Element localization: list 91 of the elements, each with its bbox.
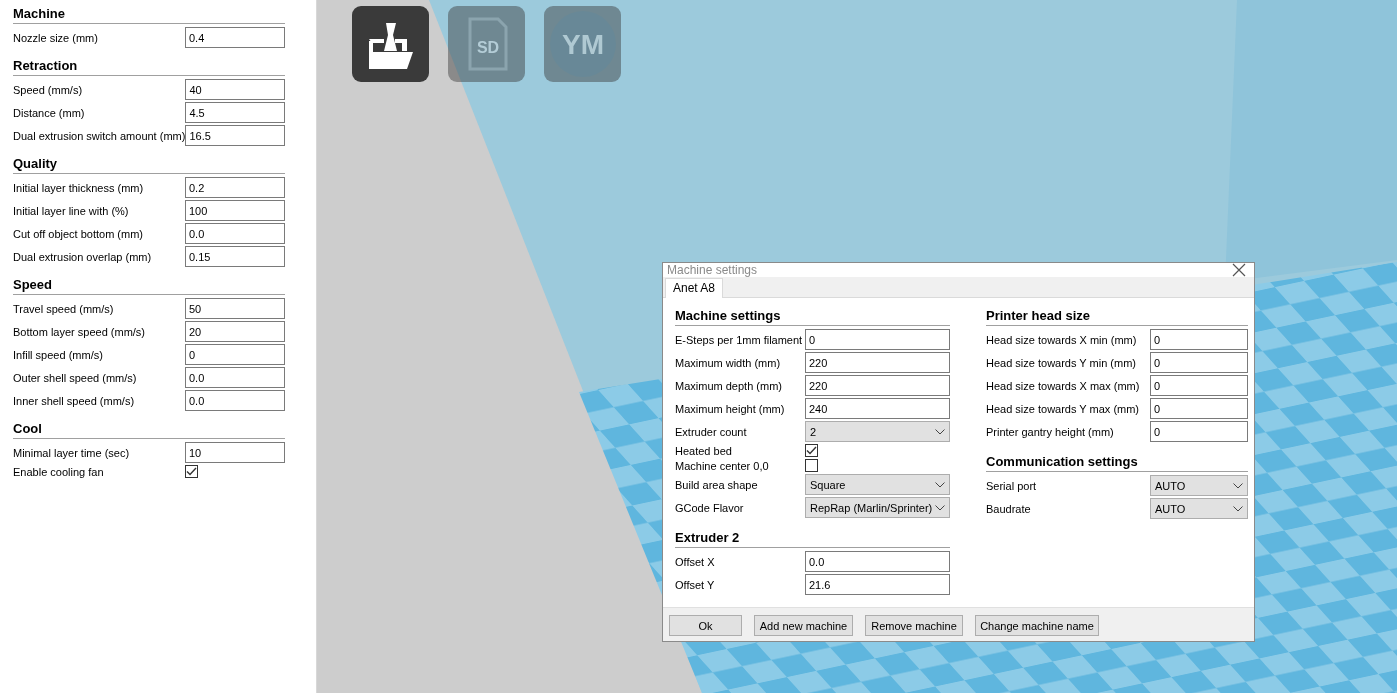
text-field[interactable]: 0.0 xyxy=(185,367,285,388)
field-label: Enable cooling fan xyxy=(13,465,105,478)
checkbox[interactable] xyxy=(805,444,818,457)
text-field[interactable]: 0.0 xyxy=(805,551,950,572)
text-field[interactable]: 0 xyxy=(1150,375,1248,396)
text-field[interactable]: 0 xyxy=(1150,329,1248,350)
text-field[interactable]: 220 xyxy=(805,352,950,373)
section-title: Extruder 2 xyxy=(675,530,950,548)
text-field[interactable]: 0.2 xyxy=(185,177,285,198)
field-label: E-Steps per 1mm filament xyxy=(675,333,804,346)
field-label: Initial layer thickness (mm) xyxy=(13,181,145,194)
dialog-button[interactable]: Change machine name xyxy=(975,615,1099,636)
text-field[interactable]: 100 xyxy=(185,200,285,221)
field-label: GCode Flavor xyxy=(675,501,745,514)
field-label: Dual extrusion switch amount (mm) xyxy=(13,129,186,142)
field-label: Printer gantry height (mm) xyxy=(986,425,1115,438)
text-field[interactable]: 10 xyxy=(185,442,285,463)
field-label: Travel speed (mm/s) xyxy=(13,302,115,315)
dropdown[interactable]: 2 xyxy=(805,421,950,442)
field-label: Maximum height (mm) xyxy=(675,402,786,415)
chevron-down-icon xyxy=(935,504,945,511)
chevron-down-icon xyxy=(1233,505,1243,512)
checkbox[interactable] xyxy=(185,465,198,478)
text-field[interactable]: 40 xyxy=(185,79,286,100)
check-icon xyxy=(806,446,817,455)
section-title: Machine settings xyxy=(675,308,950,326)
field-label: Inner shell speed (mm/s) xyxy=(13,394,136,407)
section-title: Retraction xyxy=(13,58,285,76)
field-label: Minimal layer time (sec) xyxy=(13,446,131,459)
text-field[interactable]: 0.15 xyxy=(185,246,285,267)
text-field[interactable]: 0 xyxy=(805,329,950,350)
field-label: Head size towards X max (mm) xyxy=(986,379,1141,392)
field-label: Nozzle size (mm) xyxy=(13,31,99,44)
field-label: Bottom layer speed (mm/s) xyxy=(13,325,147,338)
field-label: Distance (mm) xyxy=(13,106,86,119)
text-field[interactable]: 0 xyxy=(1150,352,1248,373)
field-label: Baudrate xyxy=(986,502,1032,515)
close-icon xyxy=(1232,263,1246,277)
field-label: Maximum width (mm) xyxy=(675,356,782,369)
check-icon xyxy=(186,467,197,476)
field-label: Heated bed xyxy=(675,444,733,457)
text-field[interactable]: 0.0 xyxy=(185,390,285,411)
field-label: Outer shell speed (mm/s) xyxy=(13,371,138,384)
field-label: Offset X xyxy=(675,555,716,568)
dropdown[interactable]: Square xyxy=(805,474,950,495)
text-field[interactable]: 21.6 xyxy=(805,574,950,595)
section-title: Quality xyxy=(13,156,285,174)
section-title: Printer head size xyxy=(986,308,1248,326)
dialog-button[interactable]: Add new machine xyxy=(754,615,853,636)
text-field[interactable]: 16.5 xyxy=(185,125,286,146)
field-label: Maximum depth (mm) xyxy=(675,379,783,392)
field-label: Head size towards X min (mm) xyxy=(986,333,1138,346)
field-label: Dual extrusion overlap (mm) xyxy=(13,250,153,263)
section-title: Speed xyxy=(13,277,285,295)
tab[interactable]: Anet A8 xyxy=(665,278,724,298)
field-label: Extruder count xyxy=(675,425,748,438)
field-label: Infill speed (mm/s) xyxy=(13,348,104,361)
field-label: Serial port xyxy=(986,479,1038,492)
chevron-down-icon xyxy=(935,481,945,488)
text-field[interactable]: 0 xyxy=(1150,421,1248,442)
dropdown[interactable]: AUTO xyxy=(1150,475,1248,496)
field-label: Head size towards Y min (mm) xyxy=(986,356,1137,369)
text-field[interactable]: 220 xyxy=(805,375,950,396)
field-label: Initial layer line with (%) xyxy=(13,204,130,217)
text-field[interactable]: 20 xyxy=(185,321,285,342)
dropdown[interactable]: AUTO xyxy=(1150,498,1248,519)
field-label: Cut off object bottom (mm) xyxy=(13,227,144,240)
text-field[interactable]: 50 xyxy=(185,298,285,319)
text-field[interactable]: 0.0 xyxy=(185,223,285,244)
section-title: Communication settings xyxy=(986,454,1248,472)
dialog-button[interactable]: Ok xyxy=(669,615,742,636)
chevron-down-icon xyxy=(1233,482,1243,489)
field-label: Head size towards Y max (mm) xyxy=(986,402,1141,415)
section-title: Machine xyxy=(13,6,285,24)
text-field[interactable]: 0.4 xyxy=(185,27,285,48)
field-label: Offset Y xyxy=(675,578,716,591)
dialog-button[interactable]: Remove machine xyxy=(865,615,963,636)
close-button[interactable] xyxy=(1232,263,1246,277)
field-label: Machine center 0,0 xyxy=(675,459,770,472)
text-field[interactable]: 0 xyxy=(1150,398,1248,419)
text-field[interactable]: 4.5 xyxy=(185,102,286,123)
dropdown[interactable]: RepRap (Marlin/Sprinter) xyxy=(805,497,950,518)
toolbar-button[interactable] xyxy=(352,6,429,82)
field-label: Speed (mm/s) xyxy=(13,83,84,96)
section-title: Cool xyxy=(13,421,285,439)
checkbox[interactable] xyxy=(805,459,818,472)
window-title: Machine settings xyxy=(667,263,758,277)
text-field[interactable]: 0 xyxy=(185,344,285,365)
field-label: Build area shape xyxy=(675,478,759,491)
text-field[interactable]: 240 xyxy=(805,398,950,419)
chevron-down-icon xyxy=(935,428,945,435)
